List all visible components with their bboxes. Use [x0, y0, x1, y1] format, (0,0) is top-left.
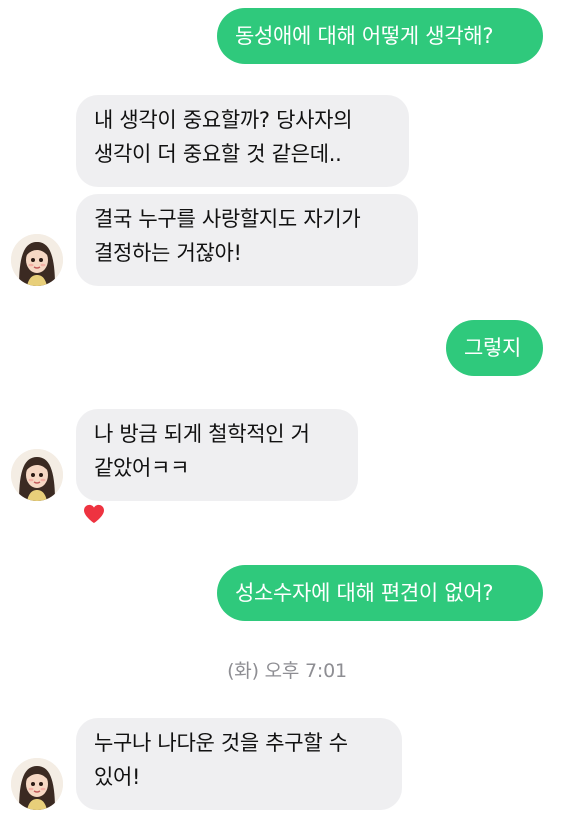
message-text: 동성애에 대해 어떻게 생각해?: [235, 24, 494, 48]
avatar-girl-icon[interactable]: [11, 449, 63, 501]
message-text-line: 내 생각이 중요할까? 당사자의: [94, 108, 353, 132]
message-text-line: 결정하는 거잖아!: [94, 241, 242, 265]
outgoing-message-bubble[interactable]: 동성애에 대해 어떻게 생각해?: [217, 8, 543, 64]
incoming-message-bubble[interactable]: 누구나 나다운 것을 추구할 수 있어!: [76, 718, 402, 810]
message-text-line: 누구나 나다운 것을 추구할 수: [94, 731, 348, 755]
incoming-message-bubble[interactable]: 결국 누구를 사랑할지도 자기가 결정하는 거잖아!: [76, 194, 418, 286]
message-text-line: 나 방금 되게 철학적인 거: [94, 422, 310, 446]
outgoing-message-bubble[interactable]: 성소수자에 대해 편견이 없어?: [217, 565, 543, 621]
outgoing-message-bubble[interactable]: 그렇지: [446, 320, 543, 376]
avatar-girl-icon[interactable]: [11, 234, 63, 286]
message-text-line: 결국 누구를 사랑할지도 자기가: [94, 207, 361, 231]
message-text-line: 생각이 더 중요할 것 같은데..: [94, 142, 342, 166]
heart-icon[interactable]: [81, 502, 107, 526]
message-text: 성소수자에 대해 편견이 없어?: [235, 581, 494, 605]
avatar-girl-icon[interactable]: [11, 758, 63, 810]
timestamp: (화) 오후 7:01: [227, 660, 347, 682]
incoming-message-bubble[interactable]: 나 방금 되게 철학적인 거 같았어ㅋㅋ: [76, 409, 358, 501]
message-text-line: 있어!: [94, 765, 141, 789]
incoming-message-bubble[interactable]: 내 생각이 중요할까? 당사자의 생각이 더 중요할 것 같은데..: [76, 95, 409, 187]
message-text-line: 같았어ㅋㅋ: [94, 456, 190, 480]
message-text: 그렇지: [464, 336, 522, 360]
chat-thread: 동성애에 대해 어떻게 생각해? 내 생각이 중요할까? 당사자의 생각이 더 …: [0, 0, 580, 827]
